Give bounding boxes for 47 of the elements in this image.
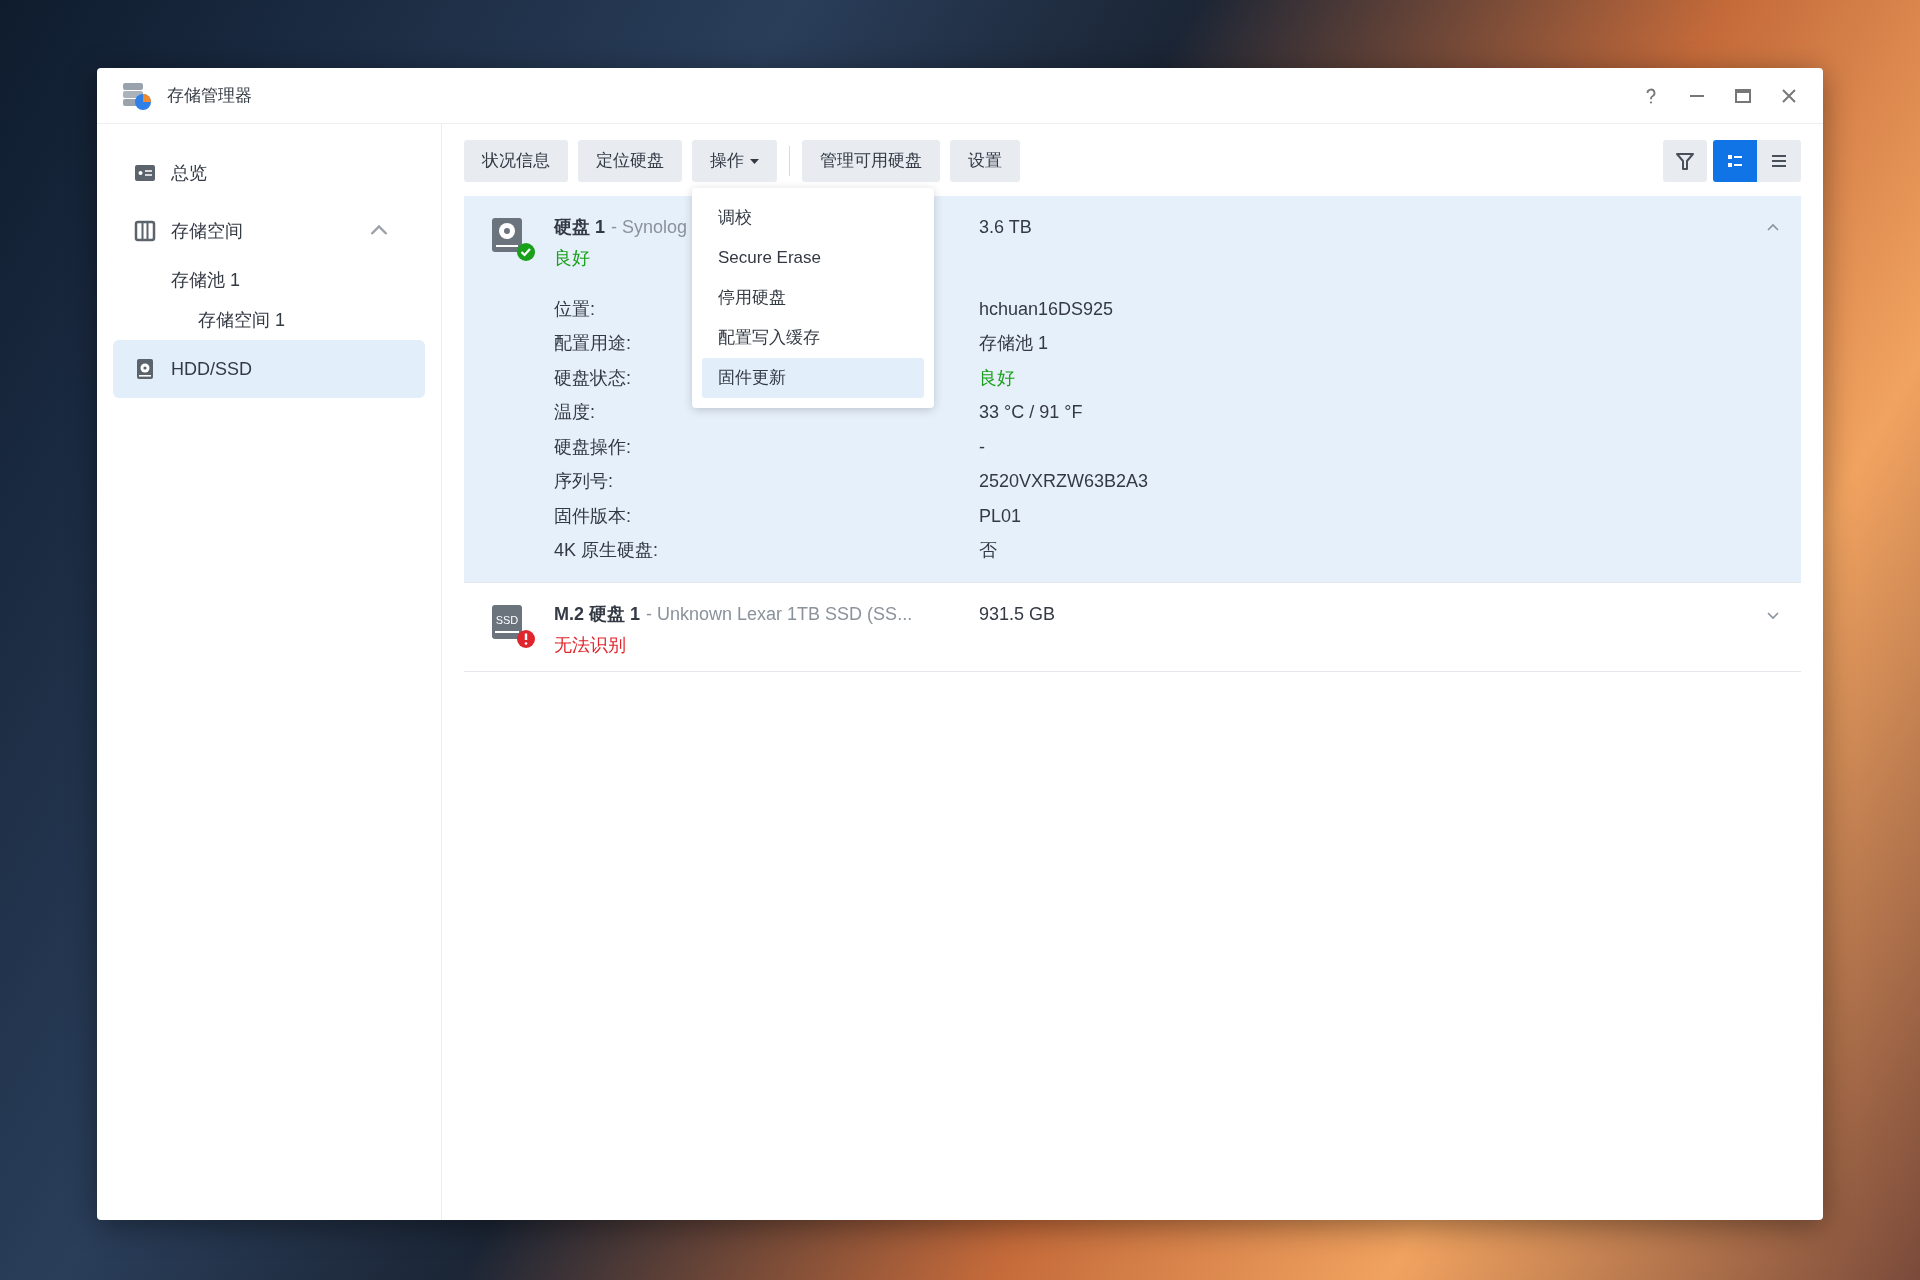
sidebar-item[interactable]: HDD/SSD [113, 340, 425, 398]
window-title: 存储管理器 [167, 84, 252, 107]
detail-label: 序列号: [554, 470, 613, 494]
disk-model: - Unknown Lexar 1TB SSD (SS... [646, 604, 913, 624]
columns-icon [133, 219, 157, 243]
disk-capacity: 931.5 GB [979, 603, 1057, 626]
detail-label: 温度: [554, 401, 595, 425]
disk-status: 良好 [554, 247, 590, 270]
detail-label: 配置用途: [554, 332, 631, 356]
detail-value: hchuan16DS925 [979, 297, 1114, 321]
menu-item[interactable]: Secure Erase [702, 238, 924, 278]
sidebar-item[interactable]: 总览 [113, 144, 425, 202]
menu-item[interactable]: 停用硬盘 [702, 278, 924, 318]
sidebar-item[interactable]: 存储空间 [113, 202, 425, 260]
menu-item[interactable]: 固件更新 [702, 358, 924, 398]
detail-view-button[interactable] [1713, 140, 1757, 182]
detail-label: 硬盘操作: [554, 435, 631, 459]
menu-item[interactable]: 配置写入缓存 [702, 318, 924, 358]
caret-icon [750, 159, 759, 165]
filter-icon [1675, 151, 1695, 171]
list-view-button[interactable] [1757, 140, 1801, 182]
sidebar-item[interactable]: 存储空间 1 [113, 300, 425, 340]
actions-dropdown-button[interactable]: 操作 [692, 140, 777, 182]
toolbar-button[interactable]: 设置 [950, 140, 1020, 182]
detail-value: 否 [979, 539, 997, 563]
detail-value: 良好 [979, 366, 1015, 390]
detail-value: 33 °C / 91 °F [979, 401, 1083, 425]
detail-label: 固件版本: [554, 504, 631, 528]
detail-value: - [979, 435, 985, 459]
disk-name: 硬盘 1 [554, 217, 605, 237]
toolbar-button[interactable]: 状况信息 [464, 140, 568, 182]
detail-value: PL01 [979, 504, 1022, 528]
toolbar-button[interactable]: 定位硬盘 [578, 140, 682, 182]
disk-model: - Synolog [611, 217, 688, 237]
detail-label: 硬盘状态: [554, 366, 631, 390]
sidebar-item[interactable]: 存储池 1 [113, 260, 425, 300]
detail-value: 2520VXRZW63B2A3 [979, 470, 1149, 494]
detail-label: 4K 原生硬盘: [554, 539, 659, 563]
disk-capacity: 3.6 TB [979, 216, 1033, 239]
detail-label: 位置: [554, 297, 595, 321]
disk-status: 无法识别 [554, 634, 626, 657]
detail-value: 存储池 1 [979, 332, 1048, 356]
menu-item[interactable]: 调校 [702, 198, 924, 238]
filter-button[interactable] [1663, 140, 1707, 182]
disk-name: M.2 硬盘 1 [554, 604, 641, 624]
disk-row[interactable]: SSD M.2 硬盘 1 - Unknown Lexar 1TB SSD (SS... 931.5 GB 无法识别 [464, 583, 1801, 672]
toolbar-button[interactable]: 管理可用硬盘 [802, 140, 940, 182]
